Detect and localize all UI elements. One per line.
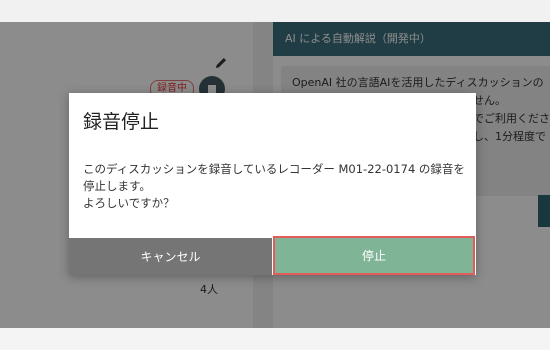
page-footer-area bbox=[0, 328, 550, 350]
dialog-message: このディスカッションを録音しているレコーダー M01-22-0174 の録音を … bbox=[83, 162, 465, 210]
cancel-button[interactable]: キャンセル bbox=[69, 238, 272, 275]
app-screen: 録音中 4人 AI による自動解説（開発中） OpenAI 社の言語AIを活用し… bbox=[0, 0, 550, 350]
stop-recording-dialog: 録音停止 このディスカッションを録音しているレコーダー M01-22-0174 … bbox=[69, 93, 476, 275]
dialog-title: 録音停止 bbox=[83, 111, 160, 133]
confirm-stop-button[interactable]: 停止 bbox=[273, 236, 475, 275]
